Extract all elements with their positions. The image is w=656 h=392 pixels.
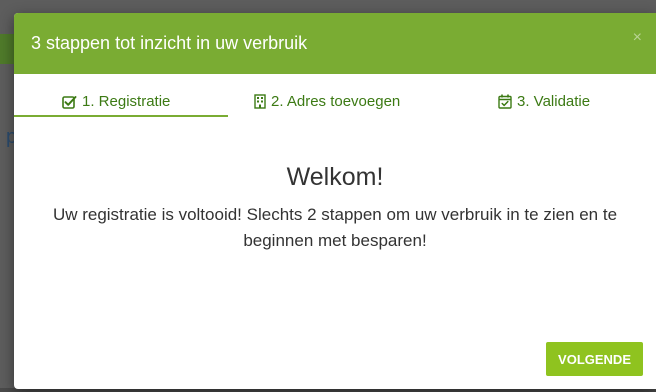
modal-header: 3 stappen tot inzicht in uw verbruik ×	[14, 13, 656, 74]
onboarding-modal: 3 stappen tot inzicht in uw verbruik × 1…	[14, 13, 656, 389]
active-tab-indicator	[14, 115, 228, 117]
building-icon	[254, 94, 266, 109]
check-square-icon	[62, 95, 77, 109]
tab-validatie[interactable]: 3. Validatie	[498, 93, 590, 110]
step-tabs: 1. Registratie 2. Adres toevoegen 3. Val…	[14, 74, 656, 117]
close-button[interactable]: ×	[633, 29, 642, 47]
calendar-check-icon	[498, 94, 512, 109]
modal-title: 3 stappen tot inzicht in uw verbruik	[31, 33, 308, 53]
tab-validatie-label: 3. Validatie	[517, 93, 591, 110]
background-page-strip	[0, 34, 14, 64]
next-button[interactable]: VOLGENDE	[546, 342, 643, 376]
welcome-heading: Welkom!	[286, 163, 384, 191]
modal-body: Welkom! Uw registratie is voltooid! Slec…	[14, 163, 656, 254]
tab-adres-toevoegen[interactable]: 2. Adres toevoegen	[254, 93, 400, 110]
tab-registratie[interactable]: 1. Registratie	[62, 93, 170, 110]
welcome-message: Uw registratie is voltooid! Slechts 2 st…	[52, 205, 618, 250]
tab-adres-toevoegen-label: 2. Adres toevoegen	[271, 93, 401, 110]
tab-registratie-label: 1. Registratie	[82, 93, 171, 110]
